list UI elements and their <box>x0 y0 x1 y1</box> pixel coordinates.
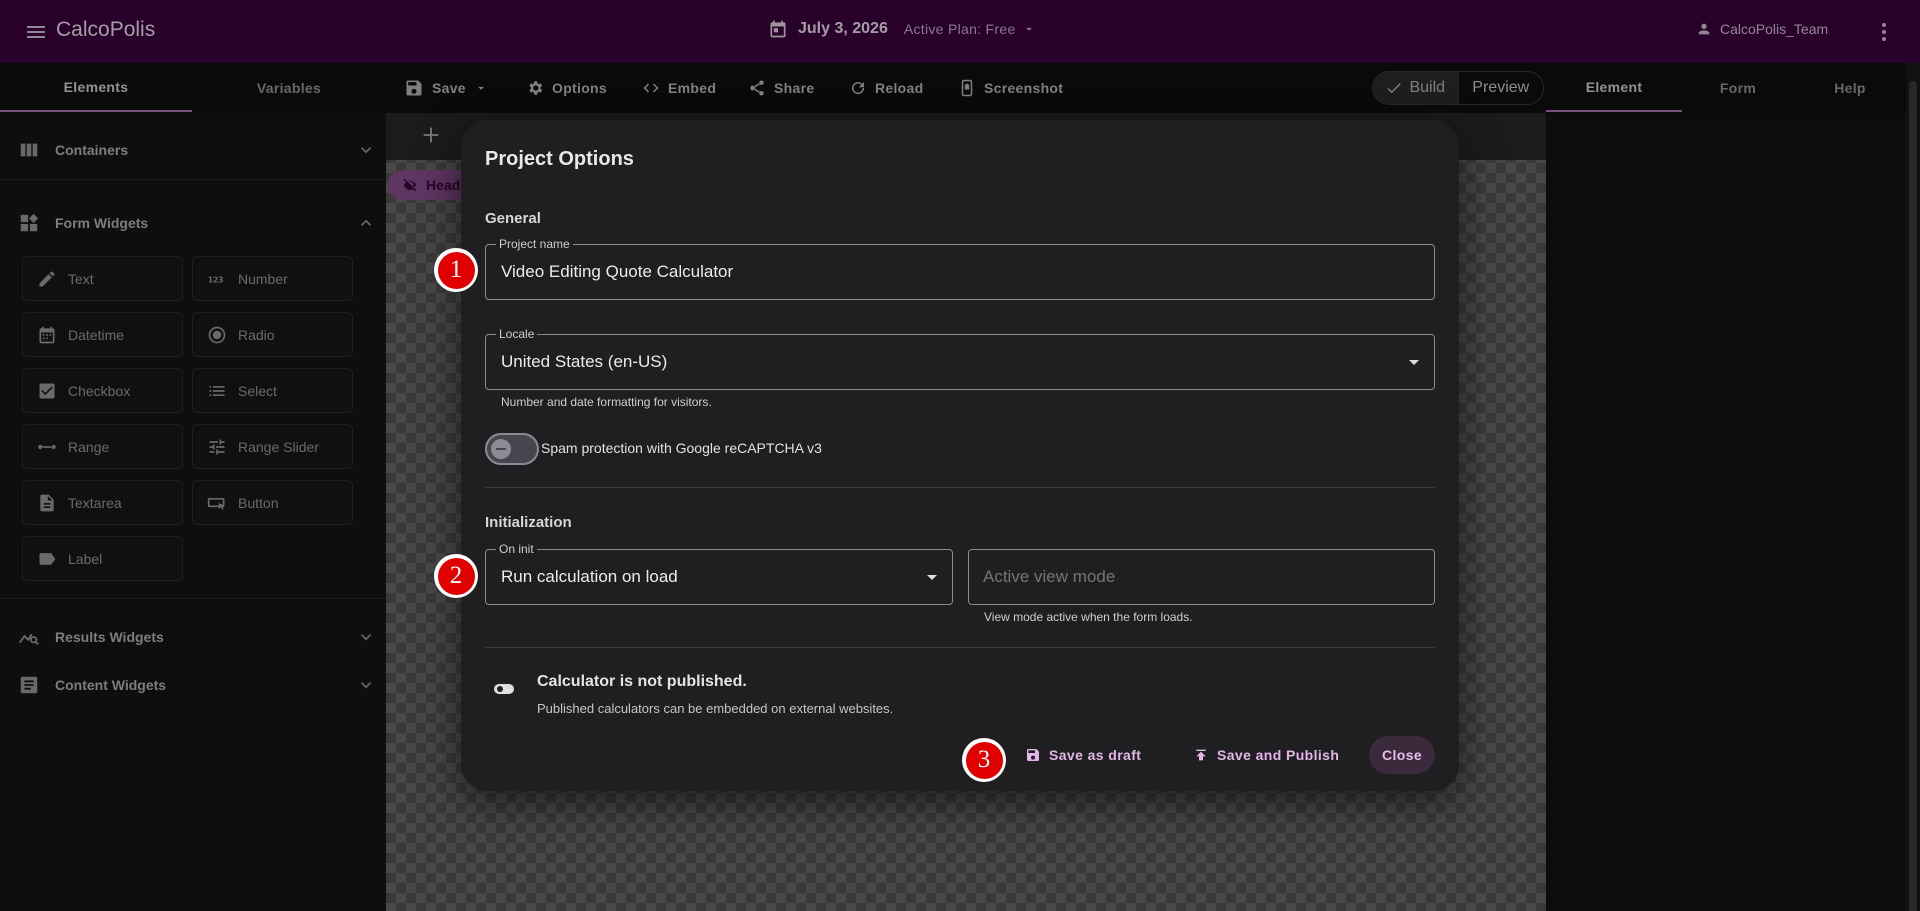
save-as-draft-button[interactable]: Save as draft <box>1011 736 1155 774</box>
dialog-title: Project Options <box>485 148 634 170</box>
general-section-title: General <box>485 210 541 227</box>
locale-select[interactable]: Locale United States (en-US) <box>485 327 1435 390</box>
project-options-dialog: Project Options General Project name Loc… <box>461 120 1459 791</box>
step-marker-number: 1 <box>437 251 475 289</box>
step-marker-number: 3 <box>965 741 1003 779</box>
spam-protection-toggle[interactable] <box>485 433 539 465</box>
active-view-mode-input[interactable] <box>983 567 1402 587</box>
active-view-mode-field[interactable] <box>968 549 1435 605</box>
toggle-knob <box>491 439 511 459</box>
view-mode-hint: View mode active when the form loads. <box>984 610 1193 624</box>
save-and-publish-label: Save and Publish <box>1217 747 1340 763</box>
caret-down-icon <box>926 574 938 582</box>
project-name-input[interactable] <box>501 262 1355 282</box>
initialization-section-title: Initialization <box>485 514 572 531</box>
project-name-field[interactable]: Project name <box>485 237 1435 300</box>
save-and-publish-button[interactable]: Save and Publish <box>1179 736 1353 774</box>
locale-value: United States (en-US) <box>501 352 668 371</box>
dialog-divider <box>485 487 1435 488</box>
step-marker-1: 1 <box>434 248 478 292</box>
on-init-value: Run calculation on load <box>501 567 678 586</box>
step-marker-number: 2 <box>437 557 475 595</box>
publish-status-subtitle: Published calculators can be embedded on… <box>537 701 894 716</box>
spam-protection-label: Spam protection with Google reCAPTCHA v3 <box>541 440 822 456</box>
locale-label: Locale <box>496 327 538 341</box>
toggle-off-icon <box>493 682 515 696</box>
on-init-select[interactable]: On init Run calculation on load <box>485 542 953 605</box>
locale-hint: Number and date formatting for visitors. <box>501 395 712 409</box>
project-name-label: Project name <box>496 237 573 251</box>
close-button[interactable]: Close <box>1369 736 1435 774</box>
on-init-label: On init <box>496 542 537 556</box>
step-marker-2: 2 <box>434 554 478 598</box>
caret-down-icon <box>1408 359 1420 367</box>
save-as-draft-label: Save as draft <box>1049 747 1142 763</box>
dialog-divider <box>485 647 1435 648</box>
floppy-disk-icon <box>1025 747 1041 763</box>
publish-status-title: Calculator is not published. <box>537 673 747 690</box>
step-marker-3: 3 <box>962 738 1006 782</box>
publish-upload-icon <box>1193 747 1209 763</box>
